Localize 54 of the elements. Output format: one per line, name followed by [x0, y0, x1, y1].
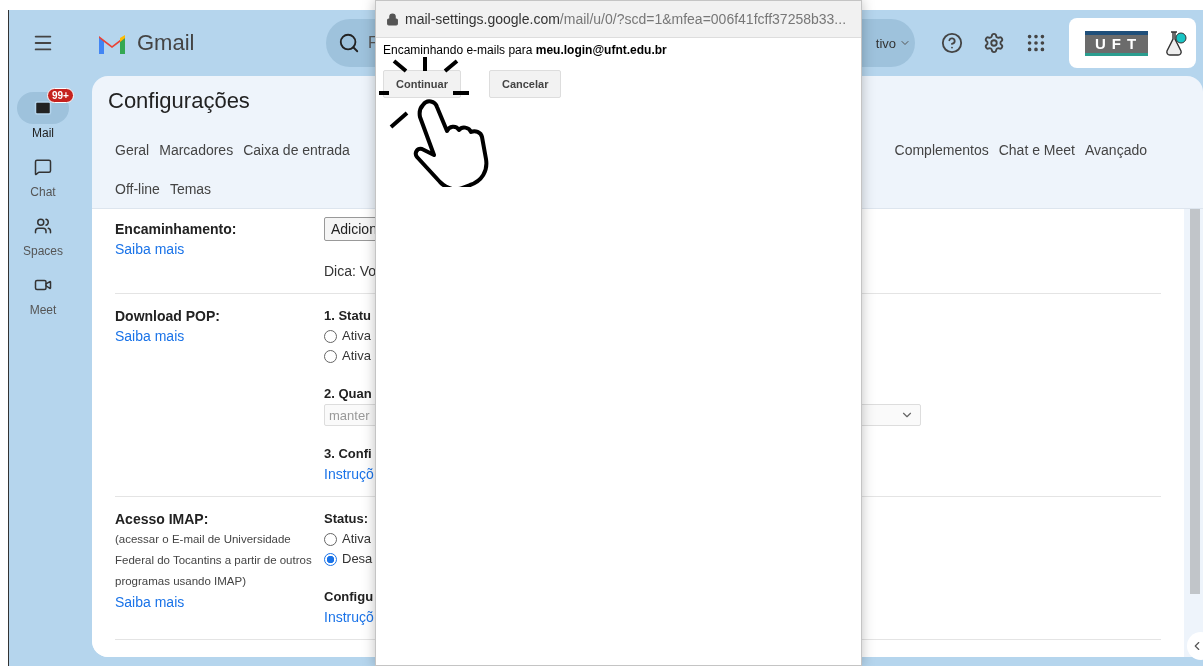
section-title: Download POP: — [115, 307, 221, 326]
address-url: mail-settings.google.com/mail/u/0/?scd=1&mfea=006f41fcff37258b33... — [405, 11, 847, 27]
spaces-icon — [34, 217, 52, 235]
chat-icon — [34, 158, 52, 176]
section-title: Encaminhamento: — [115, 220, 238, 239]
radio-button[interactable] — [324, 349, 337, 363]
account-panel[interactable]: UFT — [1069, 18, 1196, 68]
scrollbar-thumb[interactable] — [1190, 209, 1200, 594]
radio-label: Ativa — [342, 530, 371, 548]
nav-label: Chat — [30, 185, 56, 199]
nav-item[interactable] — [17, 92, 69, 124]
section-description: (acessar o E-mail de Universidade Federal do Tocantins a partir de outros programas usando IMAP) — [115, 532, 313, 589]
search-icon[interactable] — [338, 32, 360, 54]
cancel-button[interactable]: Cancelar — [488, 70, 562, 98]
continue-button[interactable]: Continuar — [383, 70, 461, 98]
section-title: Acesso IMAP: — [115, 510, 210, 529]
nav-label: Meet — [29, 303, 57, 317]
flask-icon[interactable] — [1164, 30, 1188, 56]
radio-button[interactable] — [324, 552, 337, 566]
settings-tab[interactable]: Chat e Meet — [998, 139, 1075, 160]
instructions-link[interactable]: Instruçõ — [324, 464, 374, 484]
gmail-logo-icon — [97, 32, 127, 54]
settings-tab[interactable]: Caixa de entrada — [243, 139, 350, 160]
radio-button[interactable] — [324, 329, 337, 343]
lock-icon — [386, 12, 399, 26]
radio-label: Ativa — [342, 347, 371, 365]
confirmation-message: Encaminhando e-mails para meu.login@ufnt.edu.br — [382, 42, 668, 59]
learn-more-link[interactable]: Saiba mais — [115, 326, 185, 346]
nav-label: Spaces — [23, 244, 63, 258]
page-title: Configurações — [108, 88, 251, 114]
learn-more-link[interactable]: Saiba mais — [115, 592, 185, 612]
unread-count-badge: 99+ — [47, 88, 74, 103]
app-name: Gmail — [137, 30, 195, 56]
mail-icon — [34, 99, 52, 117]
option-heading: Configu — [324, 588, 374, 606]
radio-button[interactable] — [324, 532, 337, 546]
settings-tab[interactable]: Avançado — [1085, 139, 1147, 160]
learn-more-link[interactable]: Saiba mais — [115, 239, 185, 259]
settings-tab[interactable]: Temas — [169, 178, 212, 199]
radio-label: Desa — [342, 550, 373, 568]
option-heading: Status: — [324, 510, 369, 528]
instructions-link[interactable]: Instruçõ — [324, 607, 374, 627]
org-logo: UFT — [1085, 30, 1149, 56]
settings-tab[interactable]: Complementos — [894, 139, 989, 160]
settings-tab[interactable]: Marcadores — [159, 139, 234, 160]
settings-tab[interactable]: Off-line — [115, 178, 160, 199]
option-heading: 1. Statu — [324, 307, 371, 325]
radio-label: Ativa — [342, 327, 371, 345]
settings-tab[interactable]: Geral — [115, 139, 150, 160]
option-heading: 2. Quan — [324, 385, 372, 403]
nav-label: Mail — [32, 126, 54, 140]
option-heading: 3. Confi — [324, 445, 372, 463]
status-dropdown[interactable]: tivo — [875, 35, 911, 51]
tip-text: Dica: Vo — [324, 262, 377, 281]
